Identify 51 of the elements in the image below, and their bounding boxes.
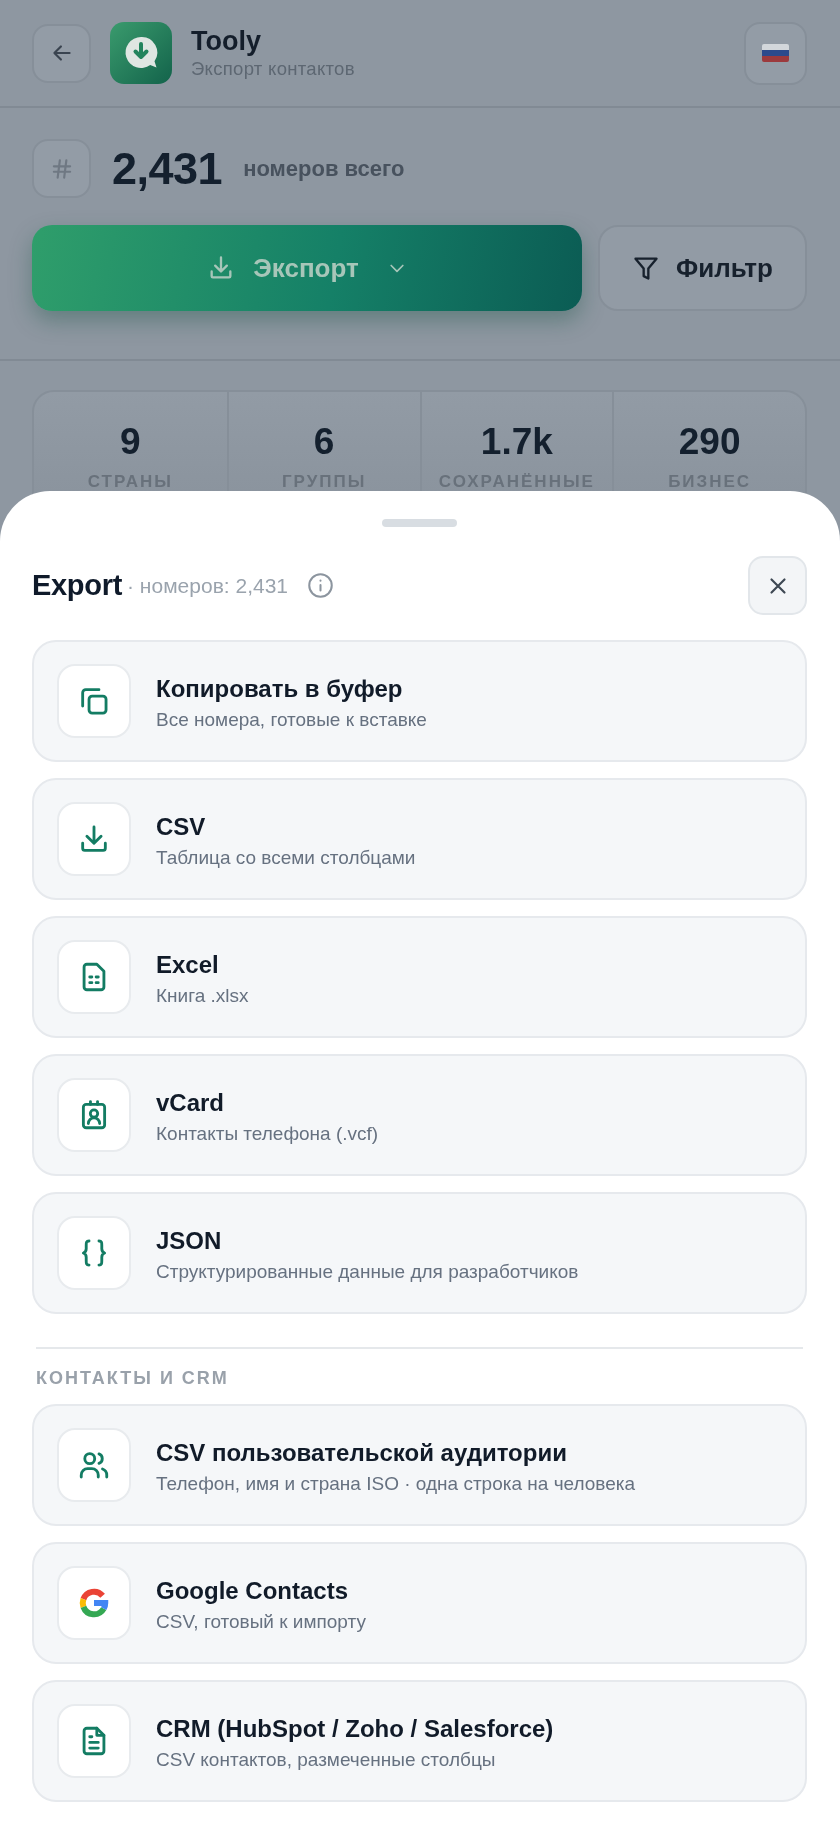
- export-option-card[interactable]: Копировать в буфер Все номера, готовые к вставке: [32, 640, 807, 762]
- sheet-subtitle: · номеров: 2,431: [127, 573, 288, 598]
- option-description: Структурированные данные для разработчиков: [156, 1260, 579, 1284]
- export-option-card[interactable]: CSV пользовательской аудитории Телефон, имя и страна ISO · одна строка на человека: [32, 1404, 807, 1526]
- spreadsheet-icon: [57, 940, 131, 1014]
- option-title: CRM (HubSpot / Zoho / Salesforce): [156, 1714, 554, 1744]
- option-description: Телефон, имя и страна ISO · одна строка на человека: [156, 1472, 636, 1496]
- close-button[interactable]: [748, 556, 807, 615]
- option-title: Excel: [156, 950, 219, 980]
- option-description: Книга .xlsx: [156, 984, 249, 1008]
- contact-card-icon: [57, 1078, 131, 1152]
- people-icon: [57, 1428, 131, 1502]
- stat-value: 1.7k: [480, 422, 553, 462]
- export-option-card[interactable]: vCard Контакты телефона (.vcf): [32, 1054, 807, 1176]
- option-title: vCard: [156, 1088, 225, 1118]
- hash-icon: [32, 139, 91, 198]
- flag-icon: [762, 44, 789, 62]
- language-button[interactable]: [744, 21, 807, 85]
- option-description: Все номера, готовые к вставке: [156, 708, 427, 732]
- drag-handle[interactable]: [382, 519, 457, 527]
- g-logo-icon: [57, 1566, 131, 1640]
- option-title: Копировать в буфер: [156, 674, 403, 704]
- info-icon[interactable]: [307, 572, 334, 599]
- braces-icon: [57, 1216, 131, 1290]
- document-icon: [57, 1704, 131, 1778]
- sheet-title: Export: [32, 569, 123, 602]
- stat-value: 290: [678, 422, 741, 462]
- stat-value: 9: [120, 422, 141, 462]
- total-label: номеров всего: [243, 155, 405, 182]
- app-title: Tooly: [191, 25, 262, 57]
- option-description: Контакты телефона (.vcf): [156, 1122, 379, 1146]
- option-description: Таблица со всеми столбцами: [156, 846, 416, 870]
- total-count: 2,431: [112, 141, 223, 196]
- section-heading: КОНТАКТЫ И CRM: [36, 1368, 230, 1388]
- copy-icon: [57, 664, 131, 738]
- app-icon: [110, 22, 172, 84]
- option-description: CSV, готовый к импорту: [156, 1610, 366, 1634]
- download-icon: [57, 802, 131, 876]
- export-option-card[interactable]: CSV Таблица со всеми столбцами: [32, 778, 807, 900]
- export-option-card[interactable]: Excel Книга .xlsx: [32, 916, 807, 1038]
- back-button[interactable]: [32, 23, 91, 83]
- export-option-card[interactable]: JSON Структурированные данные для разработчиков: [32, 1192, 807, 1314]
- export-option-card[interactable]: CRM (HubSpot / Zoho / Salesforce) CSV контактов, размеченные столбцы: [32, 1680, 807, 1802]
- option-description: CSV контактов, размеченные столбцы: [156, 1748, 496, 1772]
- export-option-card[interactable]: Google Contacts CSV, готовый к импорту: [32, 1542, 807, 1664]
- filter-button[interactable]: Фильтр: [598, 225, 807, 311]
- option-title: CSV: [156, 812, 206, 842]
- option-title: CSV пользовательской аудитории: [156, 1438, 567, 1468]
- option-title: JSON: [156, 1226, 222, 1256]
- option-title: Google Contacts: [156, 1576, 348, 1606]
- stat-value: 6: [313, 422, 335, 462]
